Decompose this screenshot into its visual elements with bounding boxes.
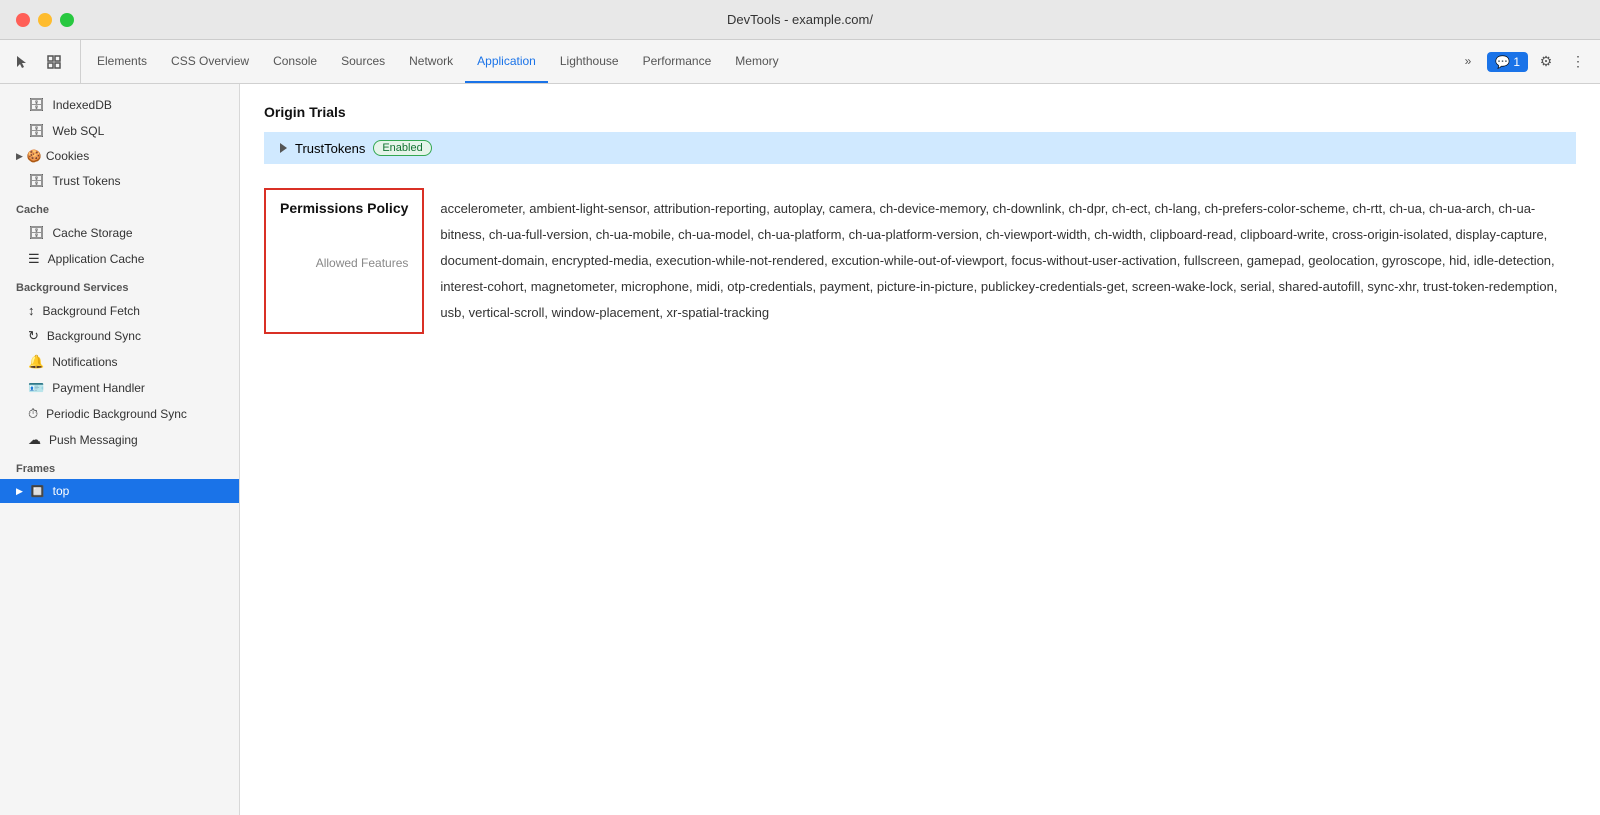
tab-css-overview[interactable]: CSS Overview xyxy=(159,40,261,83)
cookie-icon: 🍪 xyxy=(27,149,42,163)
expand-icon xyxy=(280,143,287,153)
sidebar-item-notifications[interactable]: 🔔 Notifications xyxy=(0,349,239,375)
permissions-label-box: Permissions Policy Allowed Features xyxy=(264,188,424,334)
timer-icon: ⏱ xyxy=(28,406,38,422)
sidebar-item-payment-handler[interactable]: 🪪 Payment Handler xyxy=(0,375,239,401)
background-services-label: Background Services xyxy=(0,272,239,298)
window-title: DevTools - example.com/ xyxy=(727,12,873,27)
sidebar-item-periodic-background-sync[interactable]: ⏱ Periodic Background Sync xyxy=(0,401,239,427)
frame-icon: 🔲 xyxy=(31,485,45,498)
enabled-badge: Enabled xyxy=(373,140,431,156)
cache-icon: 🗄 xyxy=(28,225,45,241)
tab-memory[interactable]: Memory xyxy=(723,40,790,83)
tab-more[interactable]: » xyxy=(1453,40,1484,83)
tab-performance[interactable]: Performance xyxy=(631,40,724,83)
sidebar-item-push-messaging[interactable]: ☁ Push Messaging xyxy=(0,427,239,453)
database-icon: 🗄 xyxy=(28,123,45,139)
tab-sources[interactable]: Sources xyxy=(329,40,397,83)
bell-icon: 🔔 xyxy=(28,354,44,370)
cache-section-label: Cache xyxy=(0,194,239,220)
sidebar-item-cache-storage[interactable]: 🗄 Cache Storage xyxy=(0,220,239,246)
tab-elements[interactable]: Elements xyxy=(85,40,159,83)
toolbar-left xyxy=(8,40,81,83)
sidebar-item-cookies[interactable]: ▶ 🍪 Cookies xyxy=(0,144,239,168)
database-icon: 🗄 xyxy=(28,97,45,113)
issues-badge-button[interactable]: 💬 1 xyxy=(1487,52,1528,72)
sidebar-item-background-fetch[interactable]: ↕ Background Fetch xyxy=(0,298,239,323)
sidebar-item-background-sync[interactable]: ↻ Background Sync xyxy=(0,323,239,349)
trust-tokens-label: TrustTokens xyxy=(295,141,365,156)
settings-icon[interactable]: ⚙ xyxy=(1532,48,1560,76)
sync-icon: ↻ xyxy=(28,328,39,344)
content-area: Origin Trials TrustTokens Enabled Permis… xyxy=(240,84,1600,815)
close-button[interactable] xyxy=(16,13,30,27)
minimize-button[interactable] xyxy=(38,13,52,27)
permissions-policy-title: Permissions Policy xyxy=(280,200,408,216)
tabbar-right: » 💬 1 ⚙ ⋮ xyxy=(1453,40,1600,83)
sidebar-item-top-frame[interactable]: ▶ 🔲 top xyxy=(0,479,239,503)
main-layout: 🗄 IndexedDB 🗄 Web SQL ▶ 🍪 Cookies 🗄 Trus… xyxy=(0,84,1600,815)
cloud-icon: ☁ xyxy=(28,432,41,448)
issues-icon: 💬 xyxy=(1495,55,1510,69)
frames-section-label: Frames xyxy=(0,453,239,479)
database-icon: 🗄 xyxy=(28,173,45,189)
cursor-icon[interactable] xyxy=(8,48,36,76)
triangle-right-icon: ▶ xyxy=(16,151,23,162)
titlebar: DevTools - example.com/ xyxy=(0,0,1600,40)
devtools-tabbar: Elements CSS Overview Console Sources Ne… xyxy=(0,40,1600,84)
frame-triangle-icon: ▶ xyxy=(16,486,23,497)
allowed-features-value: accelerometer, ambient-light-sensor, att… xyxy=(424,188,1576,334)
inspect-icon[interactable] xyxy=(40,48,68,76)
allowed-features-label: Allowed Features xyxy=(280,256,408,270)
sidebar-item-web-sql[interactable]: 🗄 Web SQL xyxy=(0,118,239,144)
fetch-icon: ↕ xyxy=(28,303,35,318)
tab-lighthouse[interactable]: Lighthouse xyxy=(548,40,631,83)
more-menu-icon[interactable]: ⋮ xyxy=(1564,48,1592,76)
origin-trials-title: Origin Trials xyxy=(264,104,1576,120)
tab-application[interactable]: Application xyxy=(465,40,548,83)
sidebar: 🗄 IndexedDB 🗄 Web SQL ▶ 🍪 Cookies 🗄 Trus… xyxy=(0,84,240,815)
window-controls xyxy=(16,13,74,27)
maximize-button[interactable] xyxy=(60,13,74,27)
payment-icon: 🪪 xyxy=(28,380,44,396)
permissions-policy-section: Permissions Policy Allowed Features acce… xyxy=(264,188,1576,334)
sidebar-item-trust-tokens[interactable]: 🗄 Trust Tokens xyxy=(0,168,239,194)
trust-tokens-row[interactable]: TrustTokens Enabled xyxy=(264,132,1576,164)
tab-network[interactable]: Network xyxy=(397,40,465,83)
tab-console[interactable]: Console xyxy=(261,40,329,83)
app-cache-icon: ☰ xyxy=(28,251,40,267)
sidebar-item-application-cache[interactable]: ☰ Application Cache xyxy=(0,246,239,272)
sidebar-item-indexed-db[interactable]: 🗄 IndexedDB xyxy=(0,92,239,118)
